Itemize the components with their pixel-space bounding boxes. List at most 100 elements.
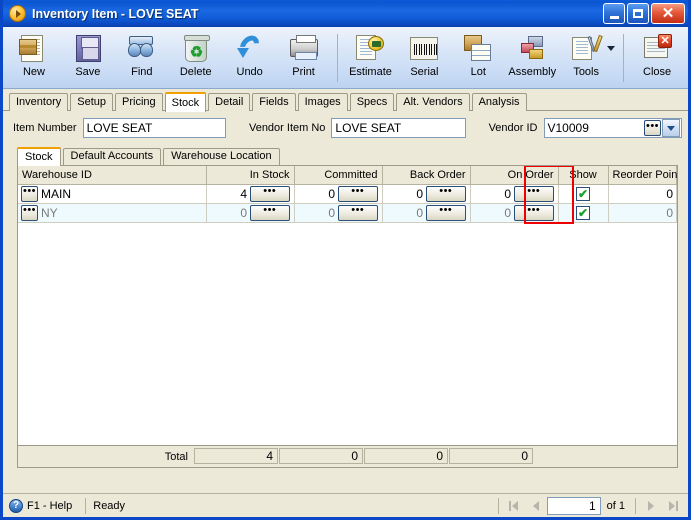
toolbar-button-print[interactable]: Print bbox=[277, 29, 331, 88]
tab-fields[interactable]: Fields bbox=[252, 93, 296, 111]
toolbar-button-new[interactable]: New bbox=[7, 29, 61, 88]
sub-tab-stock[interactable]: Stock bbox=[17, 147, 61, 166]
cell-warehouse-id[interactable]: ••• NY bbox=[18, 203, 207, 223]
on-order-detail-button[interactable]: ••• bbox=[514, 204, 554, 221]
toolbar-button-find[interactable]: Find bbox=[115, 29, 169, 88]
toolbar-button-close[interactable]: ✕ Close bbox=[630, 29, 684, 88]
in-stock-detail-button[interactable]: ••• bbox=[250, 185, 290, 202]
toolbar-button-lot[interactable]: Lot bbox=[451, 29, 505, 88]
vendor-id-combo[interactable]: V10009 ••• bbox=[543, 118, 682, 138]
sub-tab-warehouse-location[interactable]: Warehouse Location bbox=[163, 148, 280, 165]
inventory-item-window: Inventory Item - LOVE SEAT ✕ New Save Fi… bbox=[0, 0, 691, 520]
toolbar-button-assembly[interactable]: Assembly bbox=[505, 29, 559, 88]
cell-reorder-point[interactable]: 0 bbox=[608, 203, 677, 223]
tab-setup[interactable]: Setup bbox=[70, 93, 113, 111]
warehouse-lookup-button[interactable]: ••• bbox=[21, 185, 38, 202]
cell-on-order[interactable]: 0 ••• bbox=[470, 203, 559, 223]
show-checkbox[interactable]: ✔ bbox=[576, 186, 590, 201]
minimize-button[interactable] bbox=[603, 3, 625, 24]
tab-pricing[interactable]: Pricing bbox=[115, 93, 163, 111]
close-window-button[interactable]: ✕ bbox=[651, 3, 685, 24]
show-checkbox[interactable]: ✔ bbox=[576, 205, 590, 220]
help-button[interactable]: ? F1 - Help bbox=[7, 498, 78, 513]
cell-back-order[interactable]: 0 ••• bbox=[382, 203, 471, 223]
toolbar-label-undo: Undo bbox=[236, 66, 263, 78]
toolbar-button-save[interactable]: Save bbox=[61, 29, 115, 88]
cell-show[interactable]: ✔ bbox=[558, 203, 609, 223]
committed-detail-button[interactable]: ••• bbox=[338, 185, 378, 202]
lot-box-grid-icon bbox=[462, 33, 494, 64]
tab-stock[interactable]: Stock bbox=[164, 92, 207, 112]
status-divider-3 bbox=[635, 497, 636, 514]
on-order-value: 0 bbox=[504, 205, 511, 220]
tab-detail[interactable]: Detail bbox=[208, 93, 251, 111]
warehouse-lookup-button[interactable]: ••• bbox=[21, 204, 38, 221]
maximize-icon bbox=[633, 9, 643, 18]
maximize-button[interactable] bbox=[627, 3, 649, 24]
tab-analysis[interactable]: Analysis bbox=[471, 93, 527, 111]
toolbar-button-undo[interactable]: Undo bbox=[223, 29, 277, 88]
title-bar: Inventory Item - LOVE SEAT ✕ bbox=[3, 0, 688, 27]
cell-warehouse-id[interactable]: ••• MAIN bbox=[18, 184, 207, 204]
tab-inventory[interactable]: Inventory bbox=[9, 93, 69, 111]
last-record-button[interactable] bbox=[662, 497, 684, 515]
next-record-button[interactable] bbox=[640, 497, 662, 515]
toolbar-button-tools[interactable]: Tools bbox=[559, 29, 613, 88]
committed-value: 0 bbox=[328, 205, 335, 220]
question-mark-icon: ? bbox=[9, 498, 23, 513]
tools-dropdown-button[interactable] bbox=[607, 29, 616, 88]
page-number-input[interactable]: 1 bbox=[546, 496, 601, 515]
toolbar-label-find: Find bbox=[131, 66, 153, 78]
cell-in-stock[interactable]: 0 ••• bbox=[206, 203, 295, 223]
minimize-icon bbox=[609, 15, 619, 19]
barcode-icon bbox=[408, 33, 440, 64]
checkmark-icon: ✔ bbox=[577, 186, 589, 201]
cell-on-order[interactable]: 0 ••• bbox=[470, 184, 559, 204]
on-order-detail-button[interactable]: ••• bbox=[514, 185, 554, 202]
help-label: F1 - Help bbox=[27, 499, 73, 512]
column-header-in-stock[interactable]: In Stock bbox=[206, 166, 295, 185]
toolbar-button-serial[interactable]: Serial bbox=[397, 29, 451, 88]
page-total: 1 bbox=[618, 499, 625, 512]
cell-reorder-point[interactable]: 0 bbox=[608, 184, 677, 204]
vendor-id-dropdown-button[interactable] bbox=[662, 119, 680, 137]
toolbar-button-estimate[interactable]: Estimate bbox=[344, 29, 398, 88]
last-record-icon bbox=[675, 500, 678, 511]
back-order-detail-button[interactable]: ••• bbox=[426, 185, 466, 202]
back-order-detail-button[interactable]: ••• bbox=[426, 204, 466, 221]
previous-record-icon bbox=[532, 500, 539, 511]
column-header-back-order[interactable]: Back Order bbox=[382, 166, 471, 185]
committed-detail-button[interactable]: ••• bbox=[338, 204, 378, 221]
next-record-icon bbox=[648, 500, 654, 511]
window-controls: ✕ bbox=[603, 3, 685, 24]
vendor-item-no-input[interactable]: LOVE SEAT bbox=[331, 118, 466, 138]
vendor-id-lookup-button[interactable]: ••• bbox=[644, 120, 661, 136]
tab-specs[interactable]: Specs bbox=[349, 93, 395, 111]
cell-back-order[interactable]: 0 ••• bbox=[382, 184, 471, 204]
stock-table: Warehouse ID In Stock Committed Back Ord… bbox=[18, 166, 677, 223]
window-title: Inventory Item - LOVE SEAT bbox=[32, 7, 198, 21]
column-header-reorder-point[interactable]: Reorder Point bbox=[608, 166, 677, 185]
cell-committed[interactable]: 0 ••• bbox=[294, 203, 383, 223]
table-row[interactable]: ••• MAIN 4 ••• 0 ••• 0 ••• 0 ••• ✔ 0 bbox=[18, 184, 677, 204]
cell-committed[interactable]: 0 ••• bbox=[294, 184, 383, 204]
column-header-warehouse-id[interactable]: Warehouse ID bbox=[18, 166, 207, 185]
column-header-on-order[interactable]: On Order bbox=[470, 166, 559, 185]
table-row[interactable]: ••• NY 0 ••• 0 ••• 0 ••• 0 ••• ✔ 0 bbox=[18, 203, 677, 223]
toolbar-button-delete[interactable]: ♻ Delete bbox=[169, 29, 223, 88]
stock-sub-tab-strip: Stock Default Accounts Warehouse Locatio… bbox=[3, 144, 688, 166]
column-header-committed[interactable]: Committed bbox=[294, 166, 383, 185]
in-stock-detail-button[interactable]: ••• bbox=[250, 204, 290, 221]
first-record-icon bbox=[509, 500, 512, 511]
column-header-show[interactable]: Show bbox=[558, 166, 609, 185]
cell-show[interactable]: ✔ bbox=[558, 184, 609, 204]
tab-alt-vendors[interactable]: Alt. Vendors bbox=[396, 93, 470, 111]
cell-in-stock[interactable]: 4 ••• bbox=[206, 184, 295, 204]
sub-tab-default-accounts[interactable]: Default Accounts bbox=[62, 148, 162, 165]
first-record-button[interactable] bbox=[503, 497, 525, 515]
back-order-value: 0 bbox=[416, 186, 423, 201]
item-number-input[interactable]: LOVE SEAT bbox=[82, 118, 226, 138]
previous-record-button[interactable] bbox=[525, 497, 547, 515]
recycle-bin-icon: ♻ bbox=[180, 33, 212, 64]
tab-images[interactable]: Images bbox=[297, 93, 348, 111]
